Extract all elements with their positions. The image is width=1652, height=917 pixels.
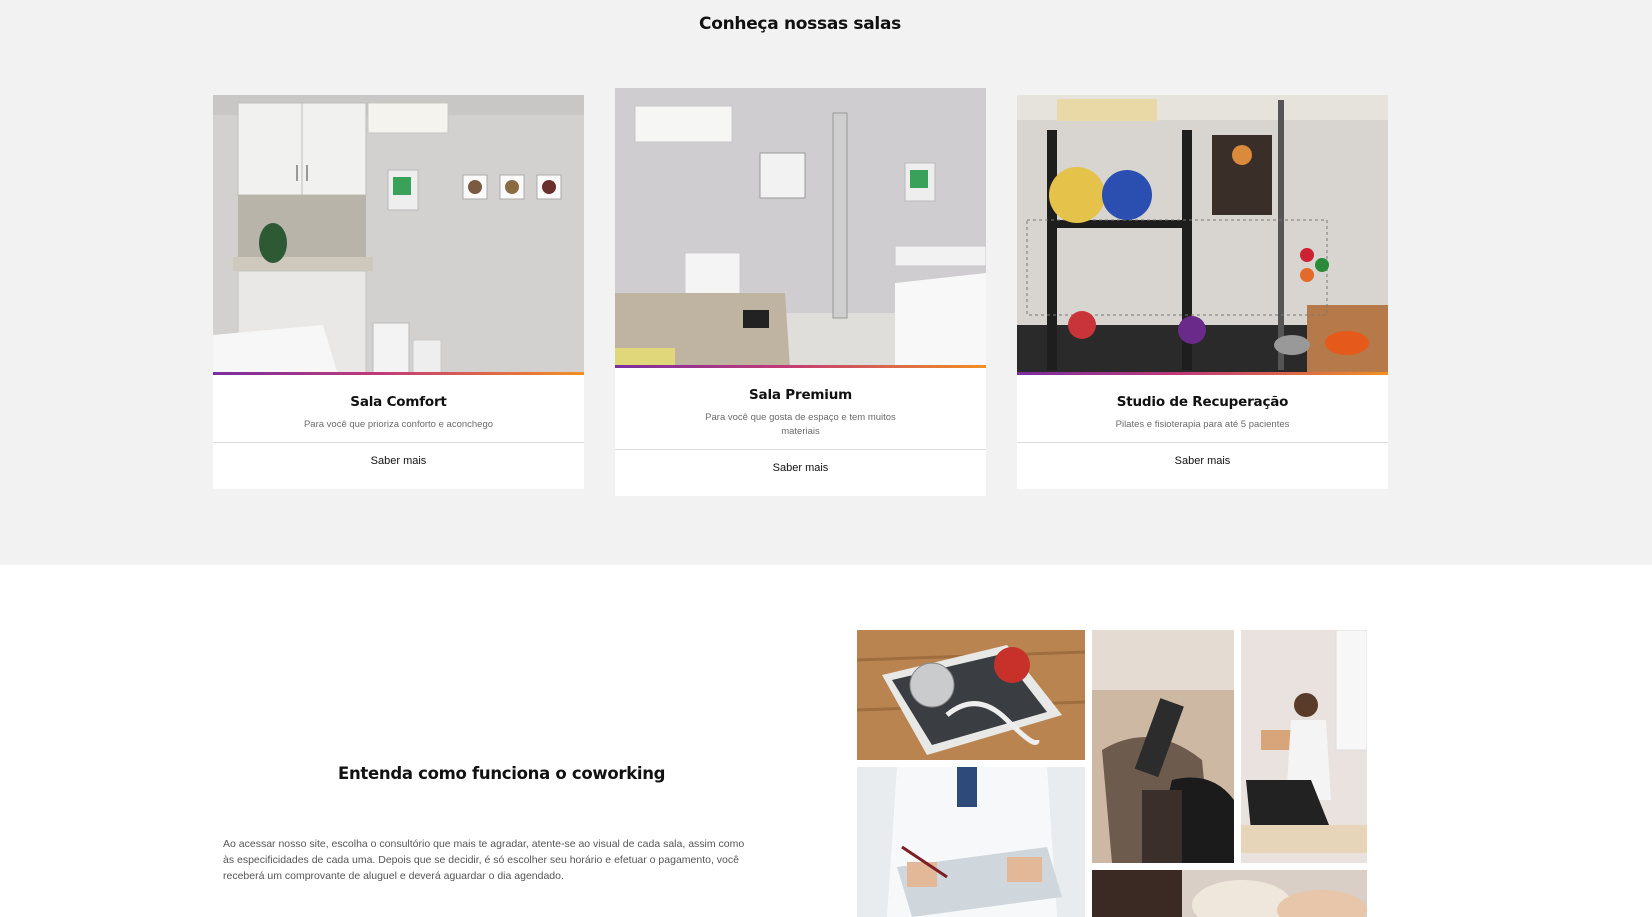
coworking-description: Ao acessar nosso site, escolha o consult… bbox=[223, 838, 745, 882]
scale-photo bbox=[857, 630, 1085, 760]
tattoo-photo bbox=[1092, 630, 1234, 863]
card-description: Pilates e fisioterapia para até 5 pacien… bbox=[1115, 419, 1290, 430]
page: Conheça nossas salas Sala Comfort Para v… bbox=[0, 0, 1652, 917]
saber-mais-link[interactable]: Saber mais bbox=[615, 450, 986, 496]
room-card-comfort: Sala Comfort Para você que prioriza conf… bbox=[213, 95, 584, 489]
card-description: Para você que prioriza conforto e aconch… bbox=[303, 419, 494, 430]
card-accent-line bbox=[213, 372, 584, 375]
rooms-section-title: Conheça nossas salas bbox=[699, 14, 901, 34]
physio-photo bbox=[1241, 630, 1367, 863]
card-accent-line bbox=[1017, 372, 1388, 375]
rooms-section: Conheça nossas salas Sala Comfort Para v… bbox=[0, 0, 1652, 565]
room-card-studio: Studio de Recuperação Pilates e fisioter… bbox=[1017, 95, 1388, 489]
card-title: Sala Comfort bbox=[350, 394, 447, 410]
card-title: Sala Premium bbox=[749, 387, 852, 403]
doctor-photo bbox=[857, 767, 1085, 917]
room-card-premium: Sala Premium Para você que gosta de espa… bbox=[615, 88, 986, 496]
saber-mais-link[interactable]: Saber mais bbox=[213, 443, 584, 489]
card-accent-line bbox=[615, 365, 986, 368]
spa-photo bbox=[1092, 870, 1367, 917]
card-description: Para você que gosta de espaço e tem muit… bbox=[705, 412, 896, 437]
card-title: Studio de Recuperação bbox=[1116, 394, 1289, 410]
studio-photo[interactable] bbox=[1017, 95, 1388, 375]
room-photo-premium[interactable] bbox=[615, 88, 986, 368]
room-photo-comfort[interactable] bbox=[213, 95, 584, 375]
coworking-title: Entenda como funciona o coworking bbox=[338, 764, 666, 783]
saber-mais-link[interactable]: Saber mais bbox=[1017, 443, 1388, 489]
